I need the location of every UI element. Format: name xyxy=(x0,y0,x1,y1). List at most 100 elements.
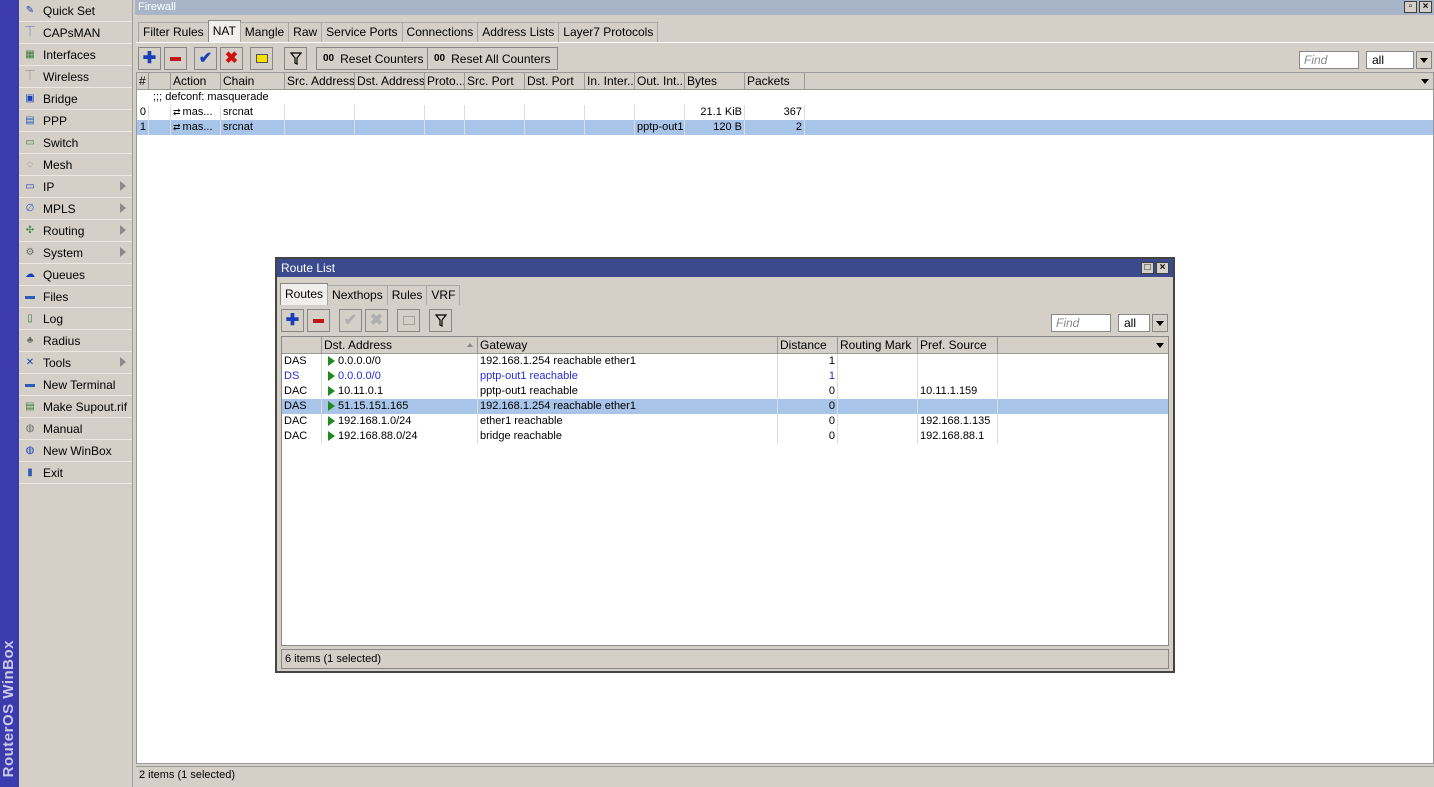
menu-item-bridge[interactable]: ▣ Bridge xyxy=(19,88,132,110)
remove-button[interactable] xyxy=(164,47,187,70)
menu-item-ip[interactable]: ▭ IP xyxy=(19,176,132,198)
route-filter-dropdown[interactable] xyxy=(1152,314,1168,332)
disable-route-button[interactable]: ✖ xyxy=(365,309,388,332)
tab-routes[interactable]: Routes xyxy=(280,283,329,305)
menu-item-wireless[interactable]: ⏉ Wireless xyxy=(19,66,132,88)
column-menu-icon[interactable] xyxy=(1156,343,1164,348)
column-header[interactable]: Distance xyxy=(778,337,838,354)
column-header[interactable]: Gateway xyxy=(478,337,778,354)
tab-raw[interactable]: Raw xyxy=(288,22,323,42)
menu-item-label: Log xyxy=(43,311,64,326)
column-header[interactable]: Action xyxy=(171,73,221,90)
menu-item-manual[interactable]: ◍ Manual xyxy=(19,418,132,440)
reset-all-counters-button[interactable]: 00 Reset All Counters xyxy=(427,47,558,70)
comment-route-button[interactable] xyxy=(397,309,420,332)
rule-comment-text: ;;; defconf: masquerade xyxy=(153,91,269,103)
close-window-icon[interactable]: × xyxy=(1419,1,1432,13)
route-row[interactable]: DAC 192.168.1.0/24 ether1 reachable 0 192.16… xyxy=(282,414,1168,429)
menu-item-label: PPP xyxy=(43,113,68,128)
column-header[interactable]: Proto... xyxy=(425,73,465,90)
tab-rules[interactable]: Rules xyxy=(386,285,428,305)
route-row[interactable]: DAS 0.0.0.0/0 192.168.1.254 reachable ethe… xyxy=(282,354,1168,369)
menu-item-queues[interactable]: ☁ Queues xyxy=(19,264,132,286)
filter-button[interactable] xyxy=(284,47,307,70)
firewall-toolbar: ✚ ✔ ✖ 00 Reset Counters 00 Reset All Cou… xyxy=(136,42,1434,70)
cell-dst: 0.0.0.0/0 xyxy=(322,354,478,369)
menu-item-system[interactable]: ⚙ System xyxy=(19,242,132,264)
cell-empty xyxy=(585,105,635,120)
column-header[interactable]: Src. Port xyxy=(465,73,525,90)
cell-empty xyxy=(585,120,635,135)
menu-item-tools[interactable]: ✕ Tools xyxy=(19,352,132,374)
enable-route-button[interactable]: ✔ xyxy=(339,309,362,332)
menu-item-log[interactable]: ▯ Log xyxy=(19,308,132,330)
reset-counters-button[interactable]: 00 Reset Counters xyxy=(316,47,431,70)
comment-button[interactable] xyxy=(250,47,273,70)
menu-item-interfaces[interactable]: ▦ Interfaces xyxy=(19,44,132,66)
menu-item-quick-set[interactable]: ✎ Quick Set xyxy=(19,0,132,22)
add-button[interactable]: ✚ xyxy=(138,47,161,70)
add-route-button[interactable]: ✚ xyxy=(281,309,304,332)
route-active-flag-icon xyxy=(328,386,335,396)
column-menu-icon[interactable] xyxy=(1421,79,1429,84)
column-header[interactable]: Routing Mark xyxy=(838,337,918,354)
menu-item-routing[interactable]: ✣ Routing xyxy=(19,220,132,242)
enable-button[interactable]: ✔ xyxy=(194,47,217,70)
tab-nexthops[interactable]: Nexthops xyxy=(327,285,388,305)
column-header[interactable]: Dst. Address xyxy=(355,73,425,90)
column-header[interactable]: Pref. Source xyxy=(918,337,998,354)
route-find-input[interactable]: Find xyxy=(1051,314,1111,332)
tab-connections[interactable]: Connections xyxy=(401,22,479,42)
firewall-filter-dropdown[interactable] xyxy=(1416,51,1432,69)
route-row[interactable]: DAC 10.11.0.1 pptp-out1 reachable 0 10.11.1.… xyxy=(282,384,1168,399)
menu-item-radius[interactable]: ♣ Radius xyxy=(19,330,132,352)
menu-item-new-winbox[interactable]: ◍ New WinBox xyxy=(19,440,132,462)
column-header[interactable]: Chain xyxy=(221,73,285,90)
column-header[interactable]: Dst. Address xyxy=(322,337,478,354)
menu-item-ppp[interactable]: ▤ PPP xyxy=(19,110,132,132)
column-header[interactable]: Bytes xyxy=(685,73,745,90)
menu-item-switch[interactable]: ▭ Switch xyxy=(19,132,132,154)
route-row[interactable]: DS 0.0.0.0/0 pptp-out1 reachable 1 xyxy=(282,369,1168,384)
disable-button[interactable]: ✖ xyxy=(220,47,243,70)
tab-vrf[interactable]: VRF xyxy=(426,285,461,305)
brand-label: RouterOS WinBox xyxy=(0,639,17,777)
tab-nat[interactable]: NAT xyxy=(207,20,241,42)
maximize-window-icon[interactable]: □ xyxy=(1141,262,1154,274)
firewall-filter-select[interactable]: all xyxy=(1366,51,1414,69)
remove-route-button[interactable] xyxy=(307,309,330,332)
tab-address-lists[interactable]: Address Lists xyxy=(477,22,560,42)
tab-mangle[interactable]: Mangle xyxy=(239,22,290,42)
menu-item-make-supout-rif[interactable]: ▤ Make Supout.rif xyxy=(19,396,132,418)
column-header[interactable] xyxy=(282,337,322,354)
tab-service-ports[interactable]: Service Ports xyxy=(321,22,403,42)
route-filter-select[interactable]: all xyxy=(1118,314,1150,332)
column-header[interactable] xyxy=(149,73,171,90)
route-row[interactable]: DAS 51.15.151.165 192.168.1.254 reachable … xyxy=(282,399,1168,414)
close-window-icon[interactable]: × xyxy=(1156,262,1169,274)
column-header[interactable]: Dst. Port xyxy=(525,73,585,90)
tab-filter-rules[interactable]: Filter Rules xyxy=(138,22,209,42)
column-header[interactable]: # xyxy=(137,73,149,90)
route-row[interactable]: DAC 192.168.88.0/24 bridge reachable 0 192.1… xyxy=(282,429,1168,444)
submenu-arrow-icon xyxy=(120,225,126,235)
column-header[interactable]: Out. Int... xyxy=(635,73,685,90)
nat-rule-row[interactable]: 0 ⇄ mas... srcnat 21.1 KiB 367 xyxy=(137,105,1433,120)
column-header[interactable]: Packets xyxy=(745,73,805,90)
column-header[interactable]: Src. Address xyxy=(285,73,355,90)
restore-window-icon[interactable]: ▫ xyxy=(1404,1,1417,13)
counter-icon: 00 xyxy=(323,52,335,64)
menu-item-mpls[interactable]: ∅ MPLS xyxy=(19,198,132,220)
menu-item-new-terminal[interactable]: ▬ New Terminal xyxy=(19,374,132,396)
route-filter-button[interactable] xyxy=(429,309,452,332)
column-header[interactable]: In. Inter... xyxy=(585,73,635,90)
menu-item-mesh[interactable]: ◌ Mesh xyxy=(19,154,132,176)
menu-item-exit[interactable]: ▮ Exit xyxy=(19,462,132,484)
menu-item-files[interactable]: ▬ Files xyxy=(19,286,132,308)
cell-dst: 0.0.0.0/0 xyxy=(322,369,478,384)
tab-layer7-protocols[interactable]: Layer7 Protocols xyxy=(558,22,659,42)
menu-item-capsman[interactable]: ⏉ CAPsMAN xyxy=(19,22,132,44)
firewall-find-input[interactable]: Find xyxy=(1299,51,1359,69)
nat-rule-row[interactable]: 1 ⇄ mas... srcnat pptp-out1 120 B2 xyxy=(137,120,1433,135)
route-list-status-bar: 6 items (1 selected) xyxy=(281,649,1169,669)
